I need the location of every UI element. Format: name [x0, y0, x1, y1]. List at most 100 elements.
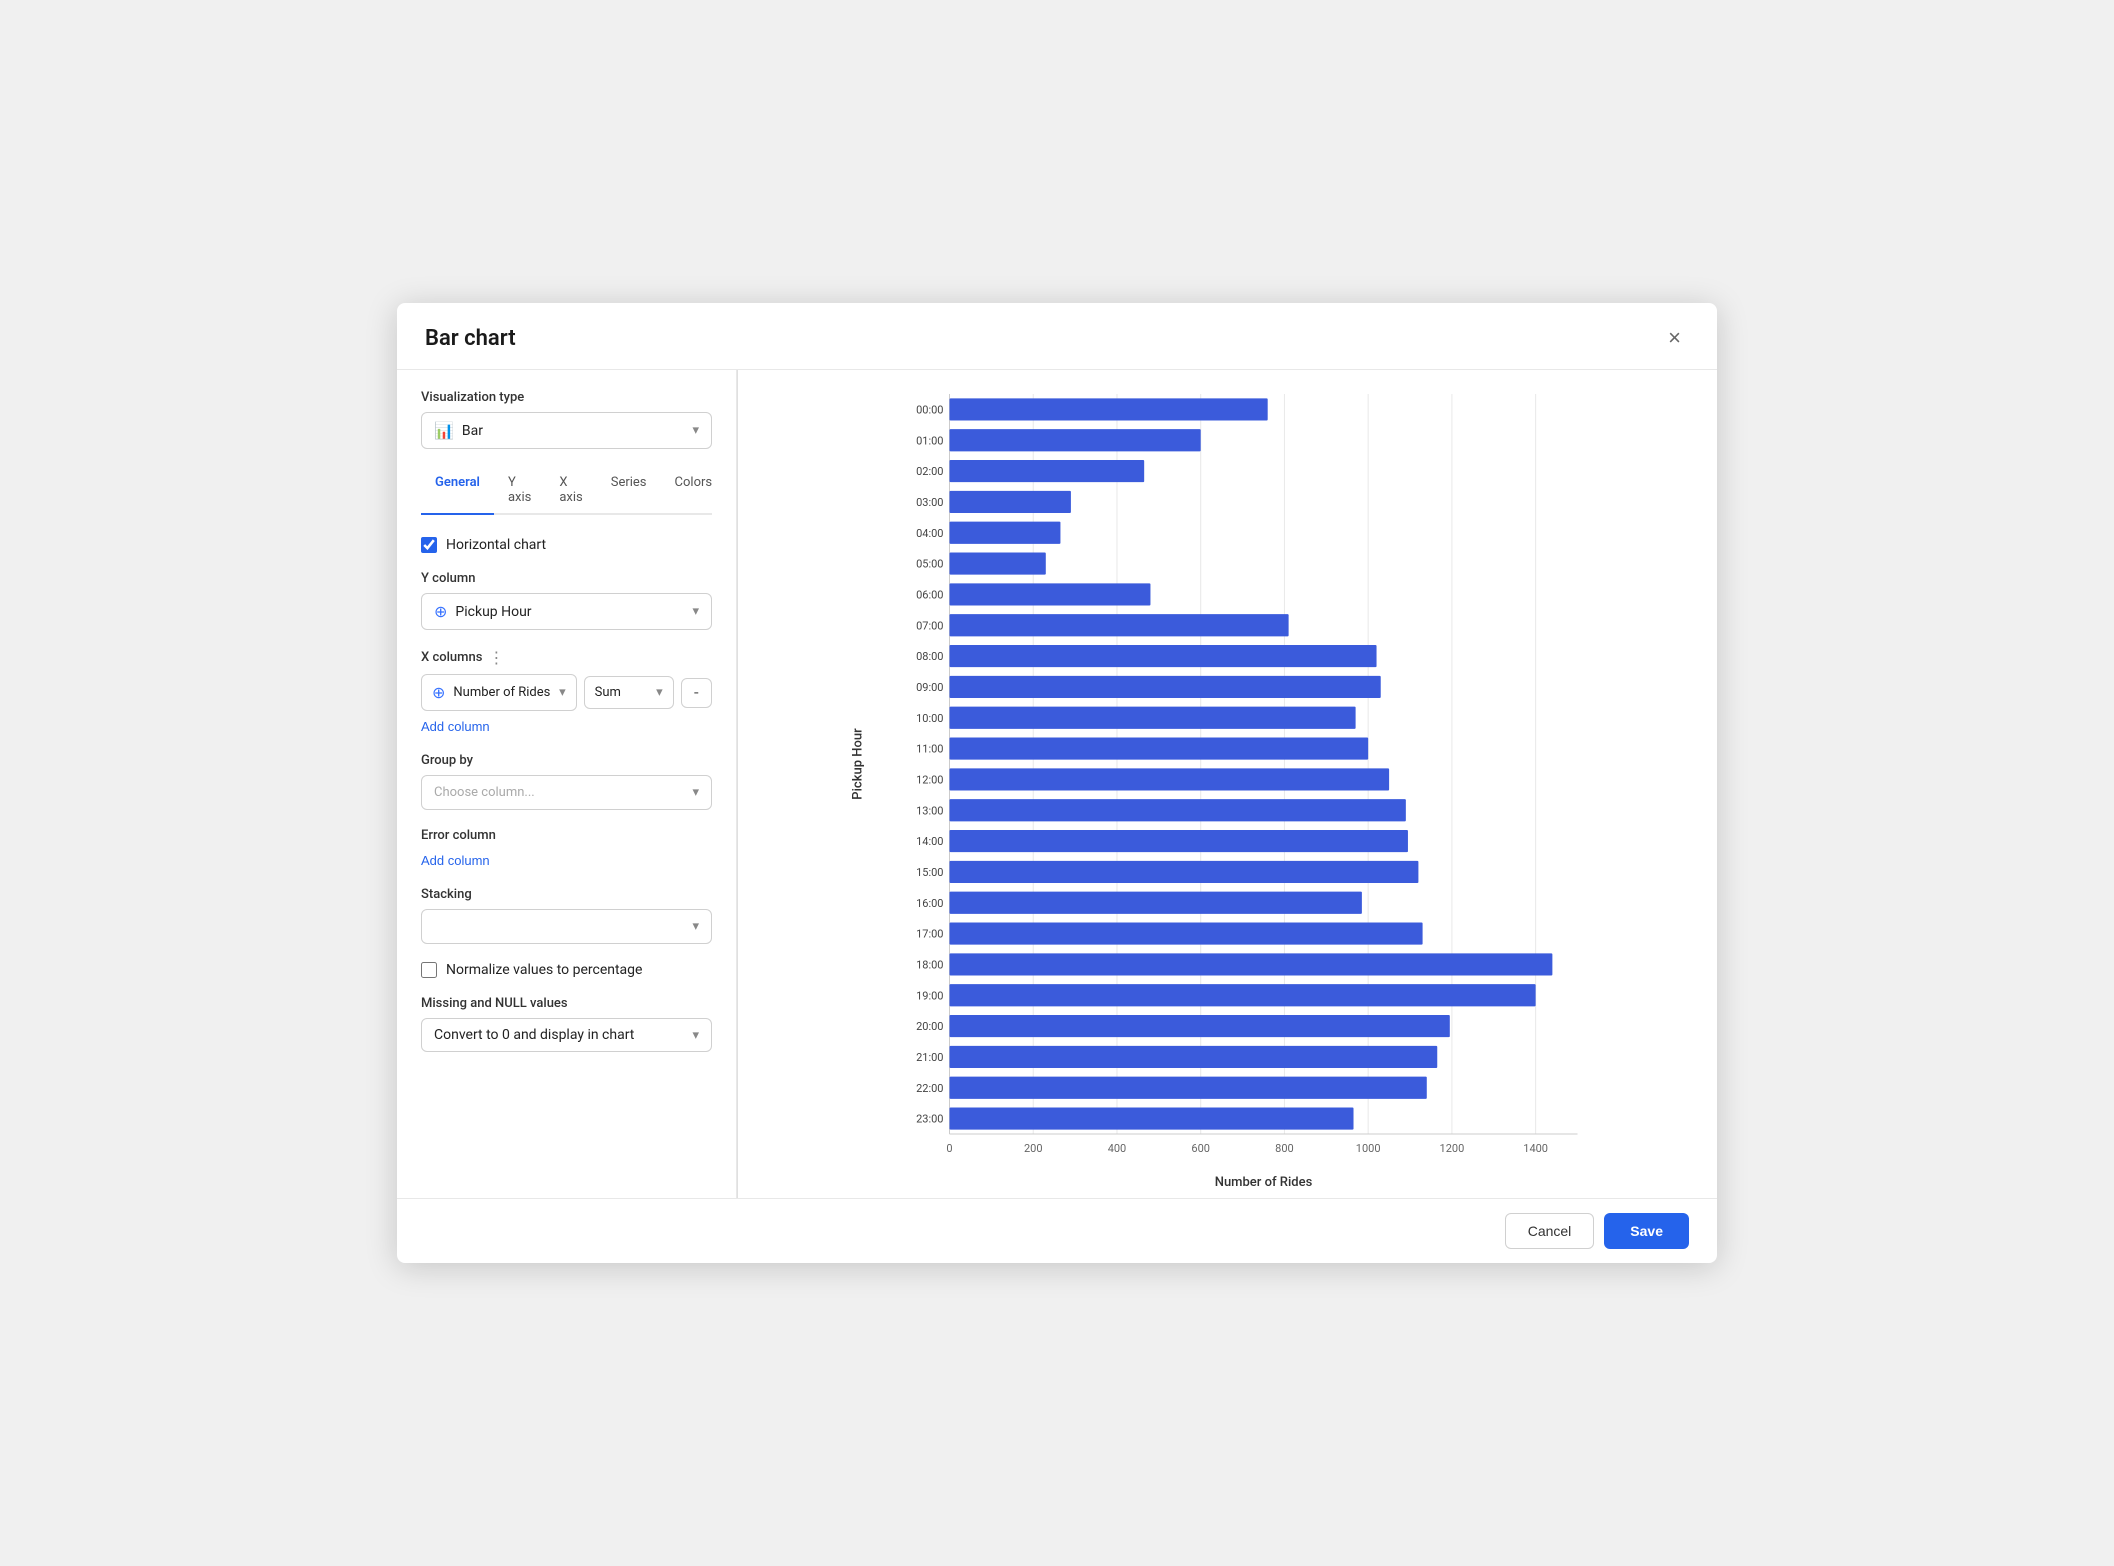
svg-text:05:00: 05:00 — [916, 558, 943, 571]
svg-text:1000: 1000 — [1356, 1142, 1381, 1155]
svg-text:07:00: 07:00 — [916, 619, 943, 632]
chevron-down-icon: ▾ — [559, 685, 566, 700]
missing-null-select[interactable]: Convert to 0 and display in chart ▾ — [421, 1018, 712, 1052]
svg-text:12:00: 12:00 — [916, 773, 943, 786]
svg-text:400: 400 — [1108, 1142, 1127, 1155]
stacking-label: Stacking — [421, 887, 712, 902]
svg-text:08:00: 08:00 — [916, 650, 943, 663]
viz-type-section: Visualization type 📊 Bar ▾ — [421, 390, 712, 449]
svg-text:1400: 1400 — [1523, 1142, 1548, 1155]
aggregation-value: Sum — [595, 685, 621, 700]
svg-text:19:00: 19:00 — [916, 989, 943, 1002]
chevron-down-icon: ▾ — [692, 604, 699, 619]
viz-type-select[interactable]: 📊 Bar ▾ — [421, 412, 712, 449]
chevron-down-icon: ▾ — [692, 919, 699, 934]
group-by-section: Group by Choose column... ▾ — [421, 753, 712, 810]
bar-chart-svg: 0 200 400 600 800 1000 1200 1400 00:00 01:00 02:00… — [762, 374, 1693, 1194]
svg-text:23:00: 23:00 — [916, 1113, 943, 1126]
tab-general[interactable]: General — [421, 467, 494, 515]
save-button[interactable]: Save — [1604, 1213, 1689, 1249]
tab-xaxis[interactable]: X axis — [545, 467, 596, 515]
horizontal-chart-checkbox[interactable] — [421, 537, 437, 553]
tab-dat[interactable]: Dat — [726, 467, 737, 515]
cancel-button[interactable]: Cancel — [1505, 1213, 1595, 1249]
svg-text:14:00: 14:00 — [916, 835, 943, 848]
y-column-select[interactable]: ⊕ Pickup Hour ▾ — [421, 593, 712, 630]
modal-body: Visualization type 📊 Bar ▾ General Y axi… — [397, 370, 1717, 1198]
group-by-select[interactable]: Choose column... ▾ — [421, 775, 712, 810]
svg-text:22:00: 22:00 — [916, 1082, 943, 1095]
svg-text:200: 200 — [1024, 1142, 1043, 1155]
y-column-section: Y column ⊕ Pickup Hour ▾ — [421, 571, 712, 630]
svg-text:18:00: 18:00 — [916, 958, 943, 971]
svg-text:16:00: 16:00 — [916, 897, 943, 910]
tab-colors[interactable]: Colors — [661, 467, 727, 515]
svg-text:04:00: 04:00 — [916, 527, 943, 540]
x-columns-label: X columns — [421, 650, 482, 665]
svg-text:17:00: 17:00 — [916, 928, 943, 941]
x-col-row: ⊕ Number of Rides ▾ Sum ▾ - — [421, 674, 712, 711]
add-column-button[interactable]: Add column — [421, 719, 490, 734]
svg-text:10:00: 10:00 — [916, 712, 943, 725]
tab-series[interactable]: Series — [597, 467, 661, 515]
svg-text:01:00: 01:00 — [916, 434, 943, 447]
modal-footer: Cancel Save — [397, 1198, 1717, 1263]
svg-text:09:00: 09:00 — [916, 681, 943, 694]
svg-text:00:00: 00:00 — [916, 403, 943, 416]
chart-area: 0 200 400 600 800 1000 1200 1400 00:00 01:00 02:00… — [762, 374, 1693, 1194]
bar-chart-icon: 📊 — [434, 421, 454, 440]
right-panel: 0 200 400 600 800 1000 1200 1400 00:00 01:00 02:00… — [738, 370, 1717, 1198]
add-error-column-button[interactable]: Add column — [421, 853, 490, 868]
modal: Bar chart × Visualization type 📊 Bar ▾ G… — [397, 303, 1717, 1263]
svg-text:03:00: 03:00 — [916, 496, 943, 509]
drag-icon[interactable]: ⋮ — [488, 648, 504, 667]
chevron-down-icon: ▾ — [692, 785, 699, 800]
left-panel: Visualization type 📊 Bar ▾ General Y axi… — [397, 370, 737, 1198]
svg-text:02:00: 02:00 — [916, 465, 943, 478]
y-column-value: Pickup Hour — [455, 604, 531, 620]
x-col-select[interactable]: ⊕ Number of Rides ▾ — [421, 674, 577, 711]
modal-header: Bar chart × — [397, 303, 1717, 370]
svg-text:20:00: 20:00 — [916, 1020, 943, 1033]
horizontal-chart-row: Horizontal chart — [421, 537, 712, 553]
svg-text:Number of Rides: Number of Rides — [1215, 1175, 1313, 1190]
normalize-row: Normalize values to percentage — [421, 962, 712, 978]
x-col-value: Number of Rides — [453, 685, 550, 700]
missing-null-section: Missing and NULL values Convert to 0 and… — [421, 996, 712, 1052]
y-column-label: Y column — [421, 571, 712, 586]
svg-text:0: 0 — [946, 1142, 952, 1155]
error-column-section: Error column Add column — [421, 828, 712, 869]
x-columns-header: X columns ⋮ — [421, 648, 712, 667]
error-column-label: Error column — [421, 828, 712, 843]
chevron-down-icon: ▾ — [692, 1028, 699, 1043]
tabs-bar: General Y axis X axis Series Colors Dat … — [421, 467, 712, 515]
remove-column-button[interactable]: - — [681, 678, 712, 708]
horizontal-chart-label: Horizontal chart — [446, 537, 546, 553]
svg-text:13:00: 13:00 — [916, 804, 943, 817]
column-icon: ⊕ — [434, 602, 447, 621]
svg-text:15:00: 15:00 — [916, 866, 943, 879]
svg-text:Pickup Hour: Pickup Hour — [851, 728, 866, 800]
modal-title: Bar chart — [425, 326, 516, 351]
tab-yaxis[interactable]: Y axis — [494, 467, 545, 515]
missing-null-value: Convert to 0 and display in chart — [434, 1027, 634, 1043]
number-icon: ⊕ — [432, 683, 445, 702]
group-by-placeholder: Choose column... — [434, 785, 535, 800]
group-by-label: Group by — [421, 753, 712, 768]
svg-text:21:00: 21:00 — [916, 1051, 943, 1064]
aggregation-select[interactable]: Sum ▾ — [584, 676, 674, 709]
svg-text:600: 600 — [1191, 1142, 1210, 1155]
x-columns-section: X columns ⋮ ⊕ Number of Rides ▾ Sum ▾ — [421, 648, 712, 735]
viz-type-value: Bar — [462, 423, 483, 439]
svg-text:1200: 1200 — [1440, 1142, 1465, 1155]
stacking-select[interactable]: ▾ — [421, 909, 712, 944]
viz-type-label: Visualization type — [421, 390, 712, 405]
svg-text:800: 800 — [1275, 1142, 1294, 1155]
close-button[interactable]: × — [1660, 321, 1689, 355]
chevron-down-icon: ▾ — [692, 423, 699, 438]
svg-text:11:00: 11:00 — [916, 743, 943, 756]
missing-null-label: Missing and NULL values — [421, 996, 712, 1011]
normalize-checkbox[interactable] — [421, 962, 437, 978]
svg-text:06:00: 06:00 — [916, 588, 943, 601]
chevron-down-icon: ▾ — [656, 685, 663, 700]
